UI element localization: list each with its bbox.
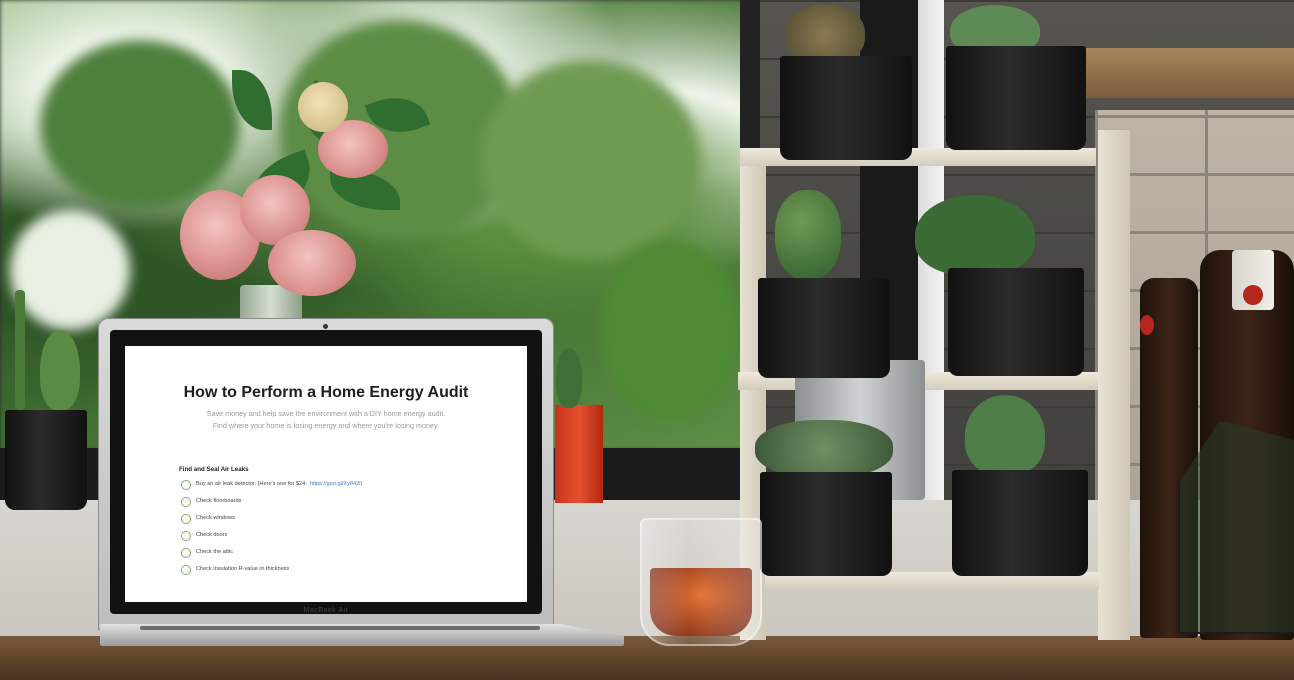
photo-scene: How to Perform a Home Energy Audit Save …: [0, 0, 1294, 680]
page-title: How to Perform a Home Energy Audit: [183, 384, 469, 401]
tea-glass: [640, 518, 762, 646]
barrel-cactus: [775, 190, 841, 280]
task-label: Check windows: [196, 515, 235, 521]
checkbox-icon[interactable]: [181, 565, 191, 575]
pink-rose: [268, 230, 356, 296]
zebra-succulent: [965, 395, 1045, 475]
checkbox-icon[interactable]: [181, 514, 191, 524]
sky-patch: [10, 210, 130, 330]
tree-foliage: [480, 60, 700, 260]
checklist-item[interactable]: Check insulation R-value or thickness: [181, 565, 511, 579]
plant-pot: [780, 56, 912, 160]
task-label: Check floorboards: [196, 498, 242, 504]
section-heading: Find and Seal Air Leaks: [179, 466, 249, 473]
checkbox-icon[interactable]: [181, 480, 191, 490]
laptop-screen: How to Perform a Home Energy Audit Save …: [125, 346, 527, 602]
plant-pot: [948, 268, 1084, 376]
left-plant-pot: [5, 410, 87, 510]
keyboard-edge: [140, 626, 540, 630]
task-label: Check doors: [196, 532, 228, 538]
fern-leaves: [600, 240, 740, 420]
shelf-post-right: [1098, 130, 1130, 640]
rose-bud: [298, 82, 348, 132]
red-pot-plant: [556, 348, 582, 408]
leafy-plant: [915, 195, 1035, 275]
task-link[interactable]: https://goo.gl/Xy842l): [310, 481, 363, 487]
plant-pot: [946, 46, 1086, 150]
plant-leaves: [40, 330, 80, 410]
bottle-seal: [1243, 285, 1263, 305]
page-subtitle-line: Save money and help save the environment…: [206, 409, 446, 418]
page-subtitle-line: Find where your home is losing energy an…: [212, 421, 440, 430]
plant-pot: [758, 278, 890, 378]
checklist-item[interactable]: Check windows: [181, 514, 511, 528]
top-wooden-shelf: [1075, 48, 1294, 98]
checkbox-icon[interactable]: [181, 548, 191, 558]
task-label: Check insulation R-value or thickness: [196, 566, 290, 572]
plant-pot: [760, 472, 892, 576]
plant-pot: [952, 470, 1088, 576]
checkbox-icon[interactable]: [181, 531, 191, 541]
laptop-brand-label: MacBook Air: [303, 607, 349, 614]
webcam-icon: [323, 324, 328, 329]
checklist-item[interactable]: Check floorboards: [181, 497, 511, 511]
succulent-cluster: [755, 420, 893, 478]
red-plant-pot: [555, 405, 603, 503]
checklist-item[interactable]: Buy an air leak detector. (Here's one fo…: [181, 480, 511, 494]
task-label: Buy an air leak detector. (Here's one fo…: [196, 481, 307, 487]
bottle-label: [1140, 315, 1154, 335]
checklist-item[interactable]: Check doors: [181, 531, 511, 545]
task-label: Check the attic: [196, 549, 233, 555]
checkbox-icon[interactable]: [181, 497, 191, 507]
tree-foliage: [40, 40, 240, 210]
plant-stem: [15, 290, 25, 410]
checklist-item[interactable]: Check the attic: [181, 548, 511, 562]
